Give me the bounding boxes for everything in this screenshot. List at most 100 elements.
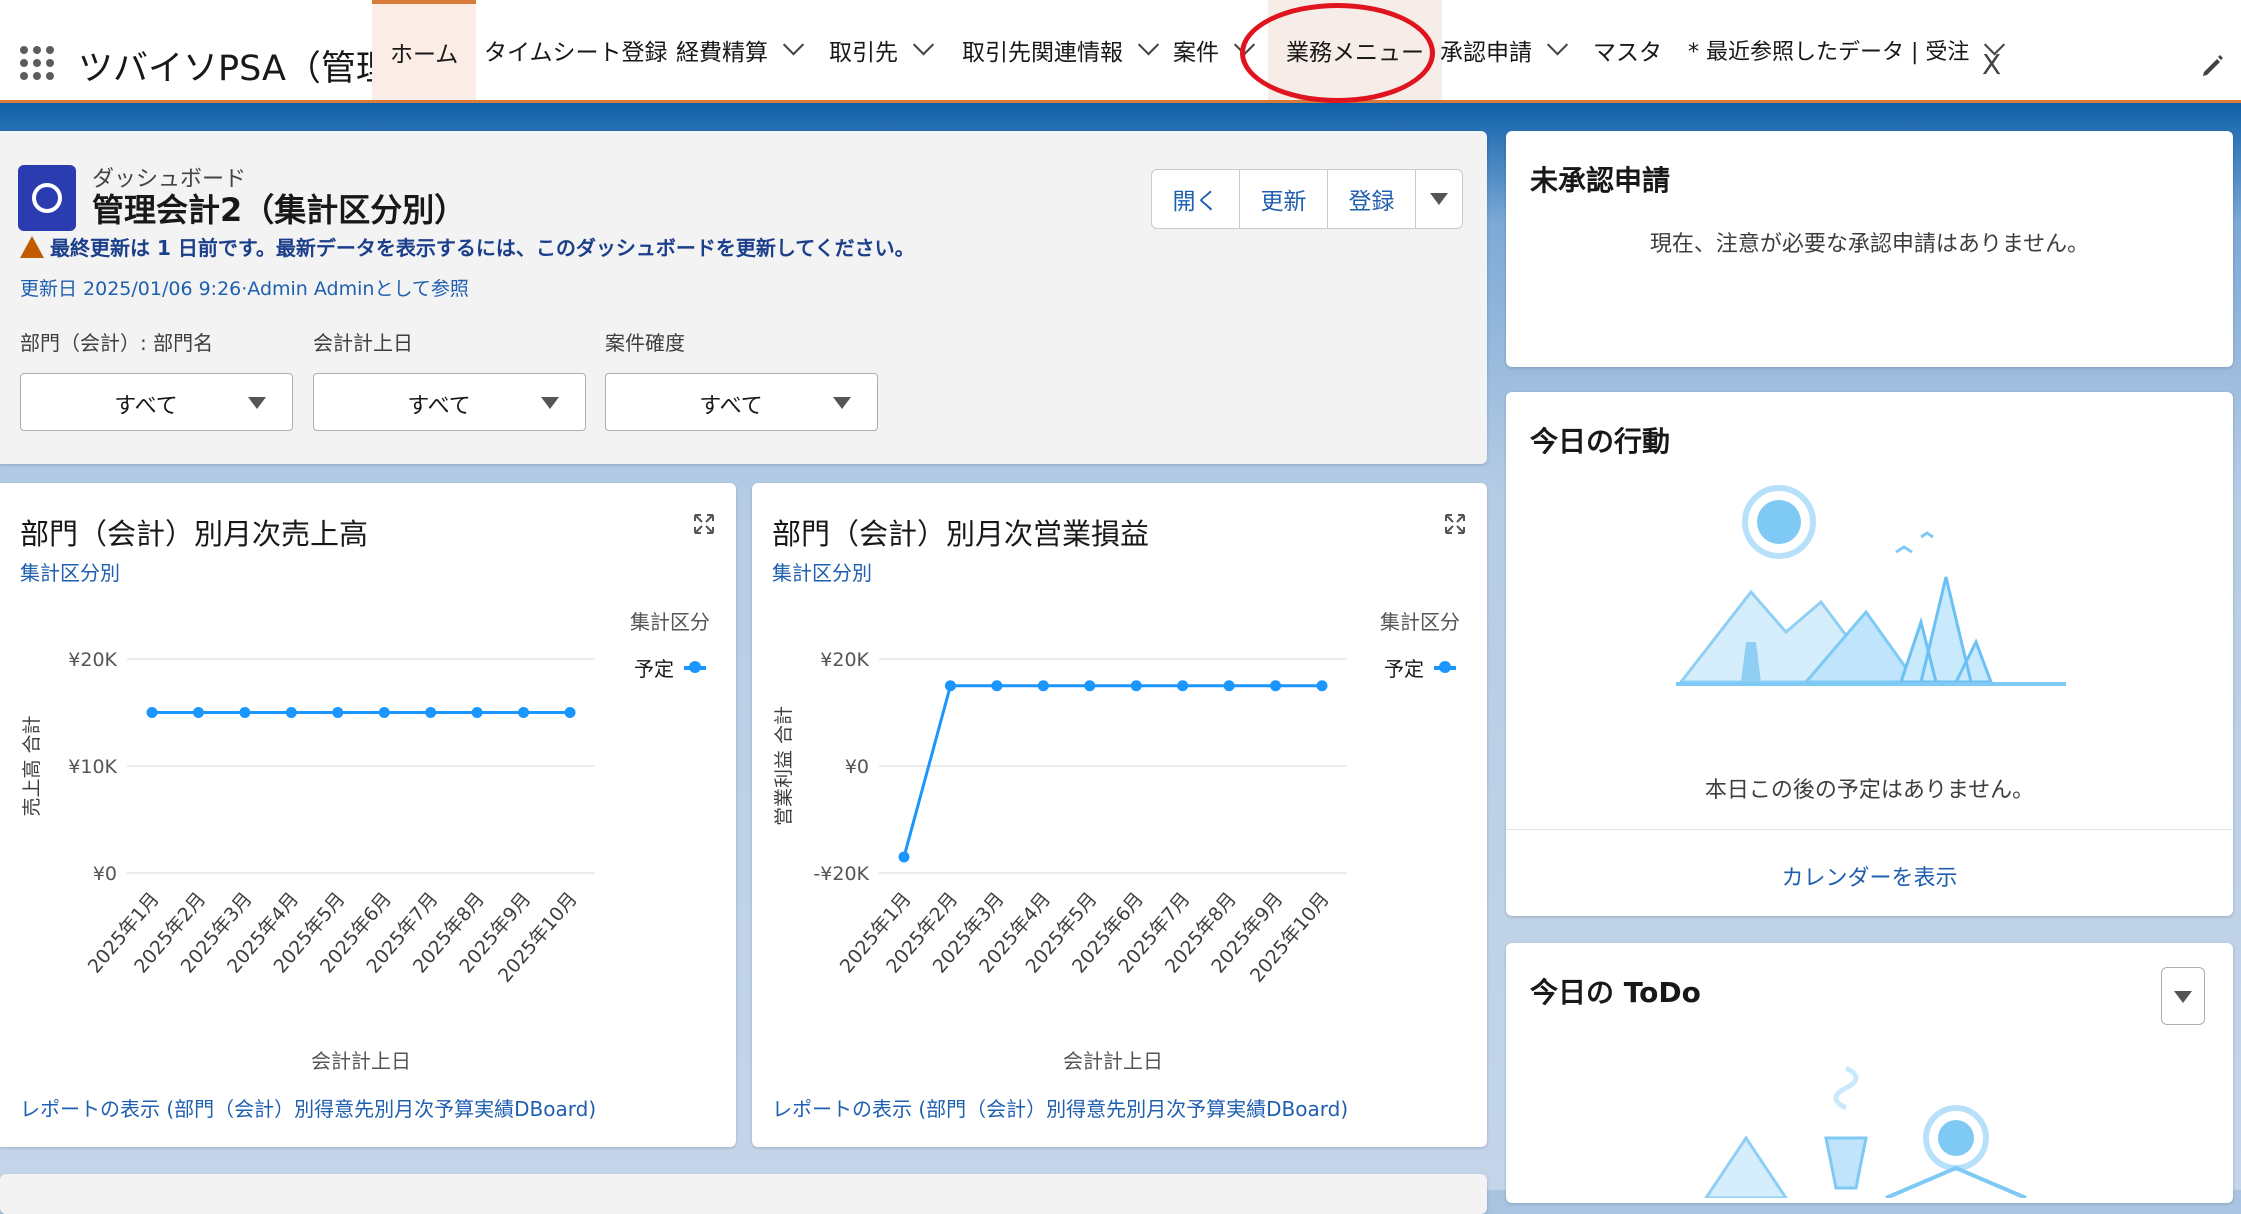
filter-value: すべて	[407, 394, 471, 419]
nav-tab-label: マスタ	[1593, 40, 1662, 66]
series-line	[902, 684, 1322, 858]
view-report-link[interactable]: レポートの表示 (部門（会計）別得意先別月次予算実績DBoard)	[20, 1093, 596, 1122]
chevron-down-icon[interactable]	[782, 33, 805, 55]
nav-tab-recent-orders[interactable]: * 最近参照したデータ | 受注	[1688, 0, 2006, 100]
y-tick-label: ¥10K	[68, 756, 117, 778]
todays-todo-card: 今日の ToDo	[1506, 943, 2233, 1203]
nav-tab-accounts[interactable]: 取引先	[829, 0, 935, 100]
y-tick-label: ¥20K	[820, 649, 869, 671]
dashboard-actions: 開く 更新 登録	[1151, 169, 1463, 229]
data-point	[944, 680, 956, 692]
chevron-down-icon[interactable]	[1137, 33, 1160, 55]
card-title: 今日の行動	[1530, 425, 1671, 458]
caret-down-icon	[248, 397, 266, 409]
data-point	[285, 707, 297, 718]
todo-menu-button[interactable]	[2161, 967, 2205, 1025]
stale-data-warning: 最終更新は 1 日前です。最新データを表示するには、このダッシュボードを更新して…	[20, 232, 915, 261]
data-point	[1084, 680, 1096, 692]
filter-probability-select[interactable]: すべて	[605, 373, 878, 431]
filter-value: すべて	[114, 394, 178, 419]
filter-value: すべて	[699, 394, 763, 419]
filter-label-probability: 案件確度	[605, 331, 685, 355]
warning-icon	[20, 236, 44, 258]
divider	[1506, 829, 2233, 830]
data-point	[898, 851, 910, 863]
nav-tab-approvals[interactable]: 承認申請	[1440, 0, 1569, 100]
view-report-link[interactable]: レポートの表示 (部門（会計）別得意先別月次予算実績DBoard)	[772, 1093, 1348, 1122]
nav-tab-label: * 最近参照したデータ | 受注	[1688, 40, 1970, 65]
nav-tab-label: タイムシート登録	[484, 40, 668, 66]
caret-down-icon	[2174, 991, 2192, 1003]
chevron-down-icon[interactable]	[1546, 33, 1569, 55]
card-title: 今日の ToDo	[1530, 976, 1701, 1009]
x-axis-label: 会計計上日	[311, 1049, 411, 1073]
app-launcher-icon[interactable]	[20, 46, 54, 80]
pending-approvals-card: 未承認申請 現在、注意が必要な承認申請はありません。	[1506, 131, 2233, 367]
edit-nav-icon[interactable]	[2200, 52, 2226, 78]
card-title: 未承認申請	[1530, 164, 1671, 197]
todays-events-card: 今日の行動 本日この後の予定はありません。 カレンダーを表示	[1506, 392, 2233, 916]
dashboard-header: ダッシュボード 管理会計2（集計区分別） 最終更新は 1 日前です。最新データを…	[0, 131, 1487, 464]
nav-tab-label: 案件	[1173, 40, 1219, 66]
refresh-button[interactable]: 更新	[1240, 170, 1328, 228]
line-chart-operating-profit: -¥20K¥0¥20K営業利益 合計2025年1月2025年2月2025年3月2…	[773, 649, 1347, 1073]
camping-illustration-icon	[1676, 485, 2066, 686]
data-point	[1177, 680, 1189, 692]
nav-tab-label: 承認申請	[1440, 40, 1532, 66]
caret-down-icon	[541, 397, 559, 409]
highlight-circle	[1240, 3, 1435, 103]
filter-label-date: 会計計上日	[313, 331, 413, 355]
data-point	[1130, 680, 1142, 692]
data-point	[1037, 680, 1049, 692]
todo-illustration-icon	[1704, 1065, 2027, 1198]
y-tick-label: ¥20K	[68, 649, 117, 671]
filter-date-select[interactable]: すべて	[313, 373, 586, 431]
nav-tab-account-related[interactable]: 取引先関連情報	[962, 0, 1160, 100]
last-updated: 更新日 2025/01/06 9:26·Admin Adminとして参照	[20, 278, 469, 300]
close-tab-icon[interactable]: X	[1982, 48, 2001, 81]
nav-tab-home[interactable]: ホーム	[372, 0, 477, 100]
data-point	[518, 707, 530, 718]
y-axis-label: 営業利益 合計	[773, 706, 795, 826]
view-calendar-link[interactable]: カレンダーを表示	[1506, 860, 2233, 892]
caret-down-icon	[1430, 193, 1448, 205]
data-point	[239, 707, 251, 718]
data-point	[192, 707, 204, 718]
nav-tab-label: 取引先	[829, 40, 898, 66]
chart-card-operating-profit: 部門（会計）別月次営業損益 集計区分別 集計区分 予定 -¥20K ¥0 ¥20K 営…	[752, 483, 1487, 1147]
data-point	[564, 707, 576, 718]
warning-text: 最終更新は 1 日前です。最新データを表示するには、このダッシュボードを更新して…	[50, 236, 915, 260]
dashboard-title: 管理会計2（集計区分別）	[92, 191, 467, 229]
y-axis-label: 売上高 合計	[21, 715, 43, 816]
x-axis-label: 会計計上日	[1063, 1049, 1163, 1073]
y-tick-label: ¥0	[93, 863, 117, 885]
nav-tab-expenses[interactable]: 経費精算	[676, 0, 805, 100]
chevron-down-icon[interactable]	[912, 33, 935, 55]
data-point	[332, 707, 344, 718]
line-chart-sales: ¥0¥10K¥20K売上高 合計2025年1月2025年2月2025年3月202…	[21, 649, 595, 1073]
global-navigation: ツバイソPSA（管理... ホーム タイムシート登録 経費精算 取引先 取引先関…	[0, 0, 2241, 103]
data-point	[378, 707, 390, 718]
next-card-edge	[0, 1174, 1487, 1214]
data-point	[991, 680, 1003, 692]
nav-tab-label: 取引先関連情報	[962, 40, 1123, 66]
empty-message: 現在、注意が必要な承認申請はありません。	[1649, 232, 2090, 257]
data-point	[471, 707, 483, 718]
open-button[interactable]: 開く	[1152, 170, 1240, 228]
nav-tab-timesheet[interactable]: タイムシート登録	[484, 0, 668, 100]
data-point	[146, 707, 158, 718]
caret-down-icon	[833, 397, 851, 409]
data-point	[1316, 680, 1328, 692]
y-tick-label: ¥0	[845, 756, 869, 778]
register-button[interactable]: 登録	[1328, 170, 1416, 228]
nav-tab-master[interactable]: マスタ	[1593, 0, 1662, 100]
more-actions-button[interactable]	[1416, 170, 1462, 228]
chart-card-sales: 部門（会計）別月次売上高 集計区分別 集計区分 予定 ¥0 ¥10K ¥20K 売上高…	[0, 483, 736, 1147]
dashboard-icon	[18, 165, 76, 231]
empty-message: 本日この後の予定はありません。	[1704, 778, 2035, 803]
y-tick-label: -¥20K	[813, 863, 869, 885]
nav-tab-label: ホーム	[390, 42, 459, 68]
filter-label-department: 部門（会計）: 部門名	[20, 331, 214, 355]
data-point	[1270, 680, 1282, 692]
filter-department-select[interactable]: すべて	[20, 373, 293, 431]
